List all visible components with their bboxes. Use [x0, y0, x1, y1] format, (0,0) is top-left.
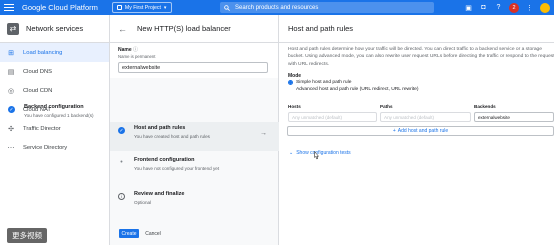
load-balancer-icon: ⊞ — [8, 49, 14, 57]
step-subtitle: You have created host and path rules — [134, 134, 210, 139]
step-title: Host and path rules — [134, 125, 186, 131]
nav-item-cloud-dns[interactable]: ▤ Cloud DNS — [0, 62, 109, 81]
page-title: New HTTP(S) load balancer — [137, 24, 231, 33]
help-icon[interactable]: ⓘ — [133, 47, 138, 53]
step-title: Backend configuration — [24, 104, 84, 110]
arrow-right-icon: → — [260, 130, 267, 137]
mode-option-advanced[interactable]: Advanced host and path rule (URL redirec… — [288, 87, 419, 92]
nav-item-label: Cloud CDN — [23, 87, 53, 94]
show-tests-label: Show configuration tests — [296, 150, 351, 156]
mode-label: Mode — [288, 73, 302, 79]
name-input[interactable]: externalwebsite — [118, 62, 268, 73]
left-nav: ⇄ Network services ⊞ Load balancing ▤ Cl… — [0, 15, 110, 245]
project-name: My First Project — [124, 4, 161, 11]
app-title[interactable]: Google Cloud Platform — [22, 3, 98, 12]
name-field-block: Name ⓘ Name is permanent externalwebsite — [110, 43, 278, 78]
more-vert-icon[interactable]: ⋮ — [525, 3, 534, 12]
panel-description: Host and path rules determine how your t… — [288, 47, 554, 67]
nav-item-cloud-cdn[interactable]: ◎ Cloud CDN — [0, 81, 109, 100]
mode-option-label: Advanced host and path rule (URL redirec… — [296, 87, 419, 92]
column-header-backends: Backends — [474, 104, 496, 109]
step-title: Frontend configuration — [134, 157, 195, 163]
check-circle-icon: ✓ — [8, 106, 15, 113]
avatar[interactable] — [540, 2, 550, 13]
nav-item-label: Cloud DNS — [23, 68, 52, 75]
help-icon[interactable]: ? — [494, 3, 503, 12]
show-configuration-tests-toggle[interactable]: ⌄ Show configuration tests — [289, 150, 351, 156]
add-host-path-rule-button[interactable]: + Add host and path rule — [287, 126, 554, 136]
cancel-button[interactable]: Cancel — [144, 229, 162, 238]
mouse-pointer-icon — [314, 151, 319, 160]
name-hint: Name is permanent — [118, 54, 156, 59]
back-arrow-icon[interactable]: ← — [118, 24, 127, 34]
step-title: Review and finalize — [134, 191, 185, 197]
network-services-icon: ⇄ — [7, 22, 19, 35]
backends-select[interactable]: externalwebsite — [474, 112, 554, 122]
panel-title: Host and path rules — [279, 15, 554, 43]
dns-icon: ▤ — [7, 68, 15, 76]
cdn-icon: ◎ — [7, 87, 15, 95]
notifications-badge[interactable]: 2 — [509, 2, 519, 13]
cloud-shell-icon[interactable]: ▣ — [464, 3, 473, 12]
mode-option-label: Simple host and path rule — [296, 80, 352, 85]
top-bar: Google Cloud Platform My First Project ▾… — [0, 0, 554, 15]
step-frontend-configuration[interactable]: • Frontend configuration You have not co… — [110, 157, 279, 181]
nav-item-label: Service Directory — [23, 144, 68, 151]
nav-header: ⇄ Network services — [0, 15, 109, 43]
radio-selected-icon — [288, 80, 293, 85]
name-label: Name ⓘ — [118, 47, 139, 53]
column-header-paths: Paths — [380, 104, 393, 109]
nav-item-label: Load balancing — [23, 49, 63, 56]
hamburger-menu-icon[interactable] — [4, 3, 14, 12]
nav-title: Network services — [26, 24, 84, 33]
search-bar[interactable]: Search products and resources — [220, 2, 434, 13]
check-circle-icon: ✓ — [118, 127, 125, 134]
step-subtitle: You have configured 1 backend(s) — [24, 113, 94, 118]
mode-option-simple[interactable]: Simple host and path rule — [288, 80, 351, 85]
step-subtitle: You have not configured your frontend ye… — [134, 166, 220, 171]
video-watermark[interactable]: 更多视频 — [7, 228, 47, 243]
search-placeholder: Search products and resources — [235, 4, 319, 11]
bullet-icon: • — [120, 159, 123, 166]
expand-icon: ⌄ — [289, 150, 294, 156]
service-directory-icon: ⋯ — [7, 144, 15, 152]
chevron-down-icon: ▾ — [163, 4, 167, 11]
hosts-input[interactable]: Any unmatched (default) — [288, 112, 377, 122]
nav-item-service-directory[interactable]: ⋯ Service Directory — [0, 138, 109, 157]
project-selector[interactable]: My First Project ▾ — [111, 2, 172, 13]
column-header-hosts: Hosts — [288, 104, 301, 109]
plus-icon: + — [392, 128, 396, 134]
step-subtitle: Optional — [134, 200, 152, 205]
gift-icon[interactable]: ◘ — [479, 3, 488, 12]
wizard-header: ← New HTTP(S) load balancer — [110, 15, 278, 43]
add-rule-label: Add host and path rule — [397, 128, 449, 134]
info-icon: i — [118, 193, 125, 200]
step-review-and-finalize[interactable]: i Review and finalize Optional — [110, 191, 279, 215]
step-host-and-path-rules[interactable]: ✓ Host and path rules You have created h… — [110, 122, 279, 151]
create-button[interactable]: Create — [119, 229, 139, 238]
search-icon — [224, 4, 230, 11]
paths-input[interactable]: Any unmatched (default) — [380, 112, 471, 122]
project-icon — [116, 5, 122, 10]
nav-item-load-balancing[interactable]: ⊞ Load balancing — [0, 43, 109, 62]
